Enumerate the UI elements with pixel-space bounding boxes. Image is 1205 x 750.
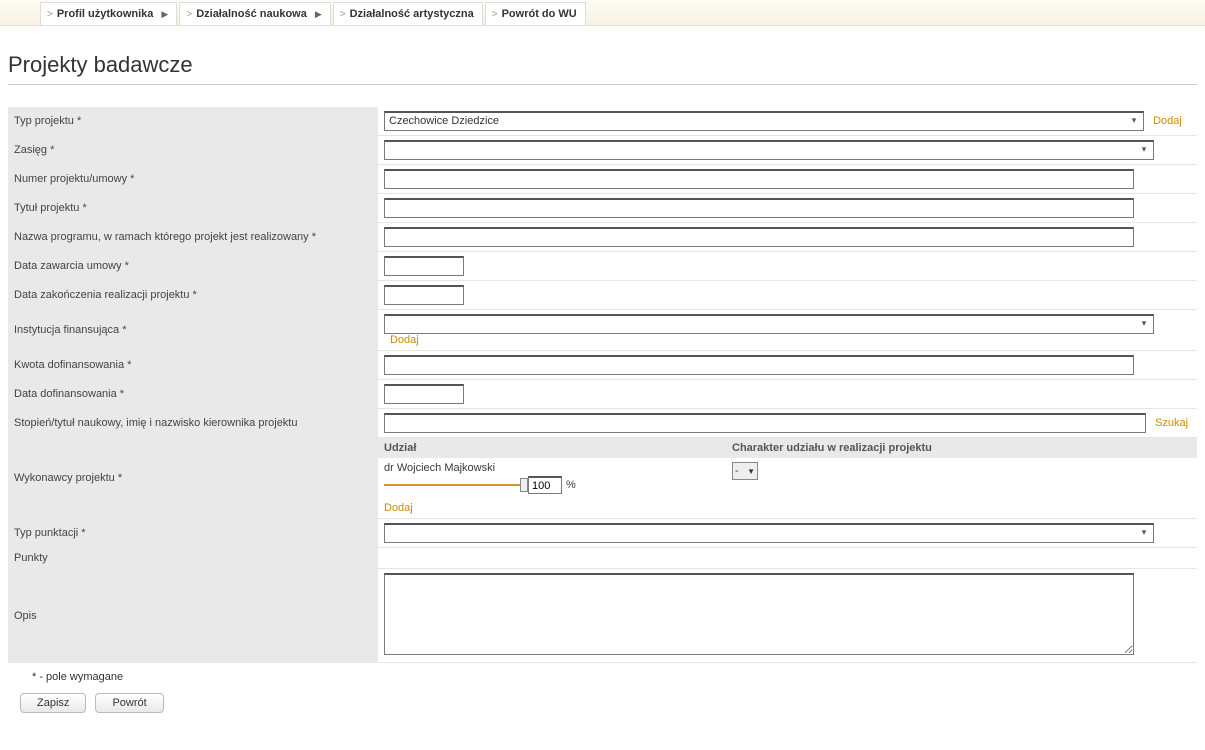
opis-textarea[interactable] [384,573,1134,655]
label-punkty: Punkty [8,548,378,569]
save-button[interactable]: Zapisz [20,693,86,713]
top-nav: > Profil użytkownika ▶ > Działalność nau… [0,0,1205,26]
back-button[interactable]: Powrót [95,693,163,713]
data-dof-input[interactable] [384,384,464,404]
typ-projektu-add-link[interactable]: Dodaj [1153,115,1182,127]
divider [8,84,1197,85]
kierownik-input[interactable] [384,413,1146,433]
numer-input[interactable] [384,169,1134,189]
tytul-input[interactable] [384,198,1134,218]
nav-naukowa[interactable]: > Działalność naukowa ▶ [179,2,330,25]
executor-name: dr Wojciech Majkowski [384,462,720,474]
label-kierownik: Stopień/tytuł naukowy, imię i nazwisko k… [8,409,378,438]
chevron-right-icon: ▶ [161,9,168,20]
chevron-down-icon: ▼ [747,467,755,476]
label-data-dof: Data dofinansowania * [8,380,378,409]
chevron-down-icon: ▾ [1127,115,1141,129]
pct-suffix: % [566,479,576,491]
label-typ-projektu: Typ projektu * [8,107,378,136]
slider-handle-icon[interactable] [520,478,528,492]
punkty-value [378,548,1197,569]
label-typ-punktacji: Typ punktacji * [8,519,378,548]
chevron-down-icon: ▾ [1137,144,1151,158]
data-zakonczenia-input[interactable] [384,285,464,305]
kierownik-search-link[interactable]: Szukaj [1155,417,1188,429]
label-instytucja: Instytucja finansująca * [8,310,378,351]
label-data-zawarcia: Data zawarcia umowy * [8,252,378,281]
udzial-slider[interactable] [384,484,524,486]
udzial-pct-input[interactable] [528,476,562,494]
chevron-down-icon: ▾ [1137,318,1151,332]
chevron-down-icon: ▾ [1137,527,1151,541]
kwota-input[interactable] [384,355,1134,375]
wykonawcy-add-link[interactable]: Dodaj [384,502,413,514]
label-tytul: Tytuł projektu * [8,194,378,223]
label-numer: Numer projektu/umowy * [8,165,378,194]
col-charakter: Charakter udziału w realizacji projektu [726,438,1197,458]
required-note: * - pole wymagane [8,663,1197,689]
nav-profil[interactable]: > Profil użytkownika ▶ [40,2,177,25]
typ-punktacji-select[interactable]: ▾ [384,523,1154,543]
form-table: Typ projektu * Czechowice Dziedzice ▾ Do… [8,107,1197,663]
zasieg-select[interactable]: ▾ [384,140,1154,160]
page-title: Projekty badawcze [8,52,1197,78]
label-opis: Opis [8,569,378,663]
typ-projektu-select[interactable]: Czechowice Dziedzice ▾ [384,111,1144,131]
col-udzial: Udział [378,438,726,458]
label-data-zakonczenia: Data zakończenia realizacji projektu * [8,281,378,310]
label-wykonawcy: Wykonawcy projektu * [8,438,378,519]
instytucja-select[interactable]: ▾ [384,314,1154,334]
label-program: Nazwa programu, w ramach którego projekt… [8,223,378,252]
instytucja-add-link[interactable]: Dodaj [390,334,419,346]
nav-powrot-wu[interactable]: > Powrót do WU [485,2,586,25]
data-zawarcia-input[interactable] [384,256,464,276]
label-zasieg: Zasięg * [8,136,378,165]
program-input[interactable] [384,227,1134,247]
chevron-right-icon: ▶ [315,9,322,20]
charakter-select[interactable]: - ▼ [732,462,758,480]
label-kwota: Kwota dofinansowania * [8,351,378,380]
nav-artystyczna[interactable]: > Działalność artystyczna [333,2,483,25]
